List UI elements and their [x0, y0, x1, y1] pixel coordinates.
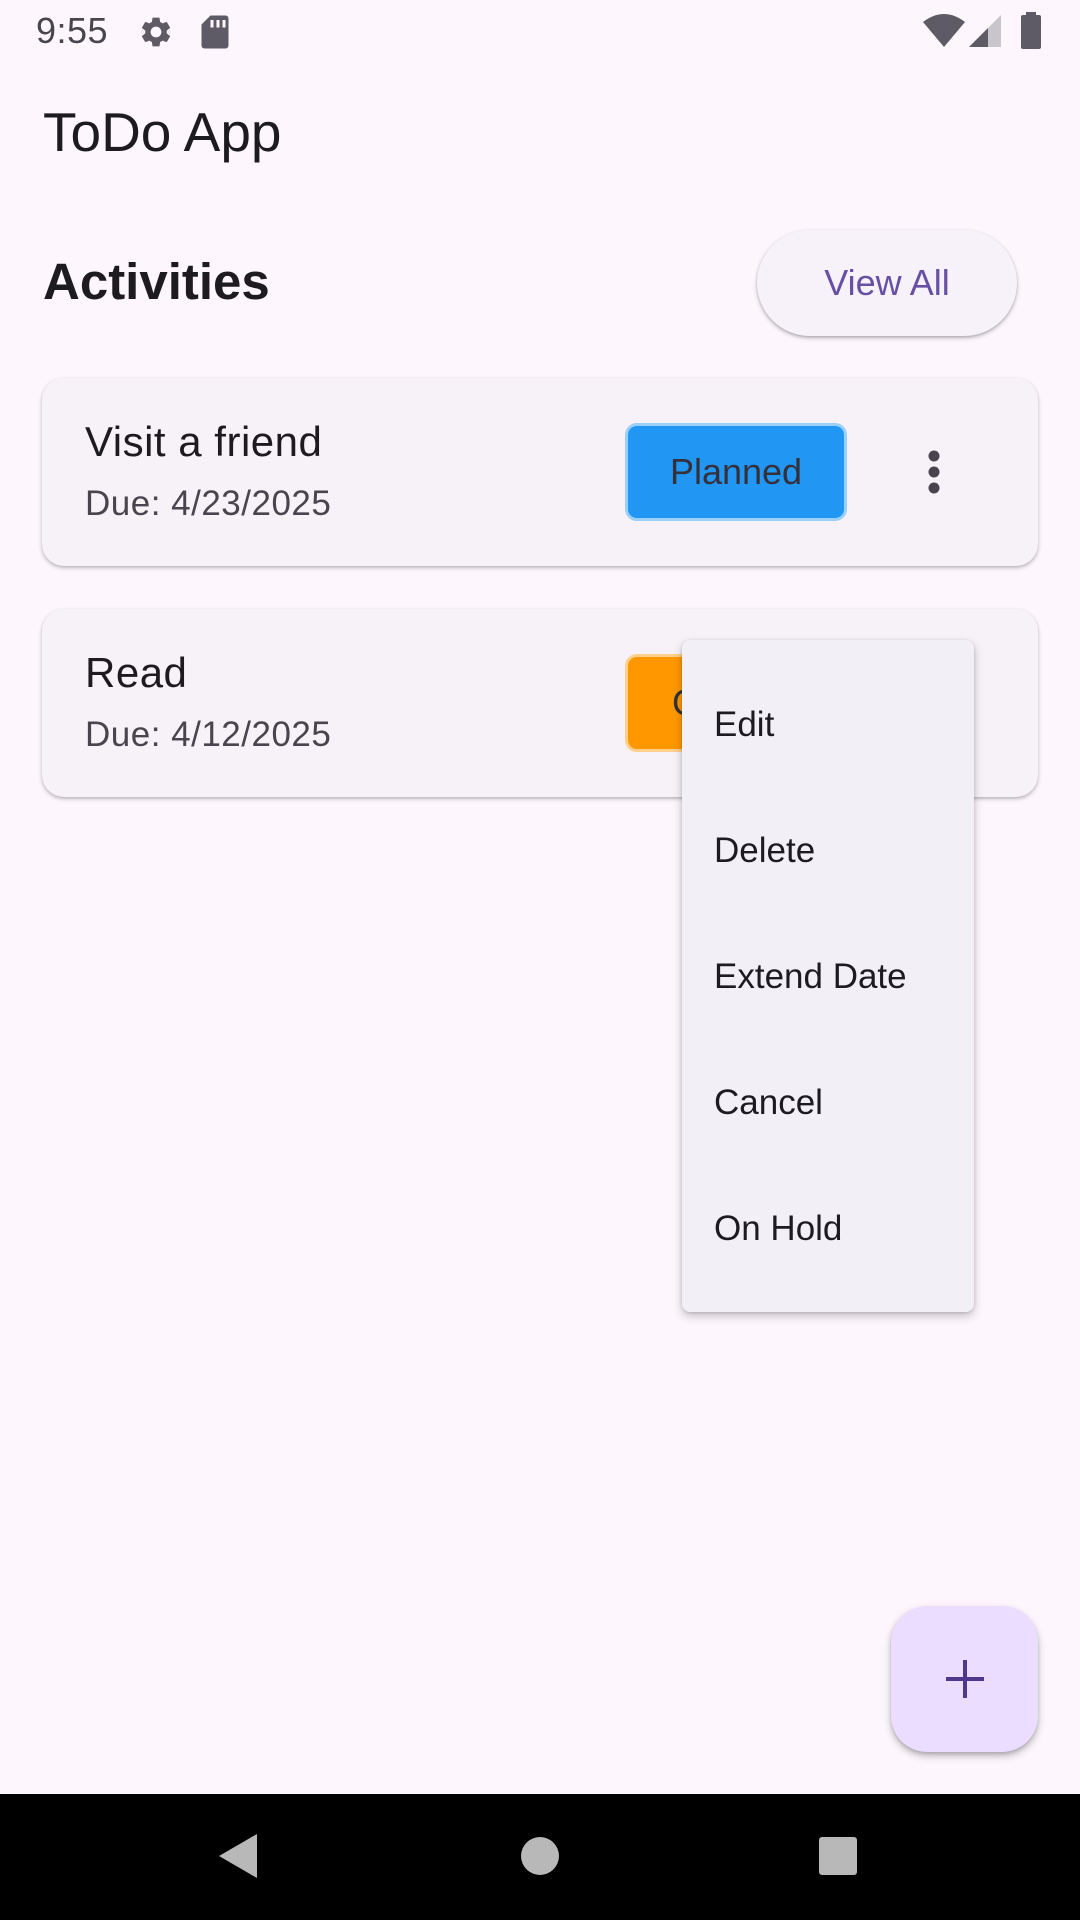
more-options-button[interactable]	[894, 432, 974, 512]
activity-card[interactable]: Visit a friend Due: 4/23/2025 Planned	[42, 378, 1038, 566]
activity-title: Visit a friend	[85, 418, 323, 465]
status-chip-label: Planned	[669, 451, 803, 492]
gear-icon	[141, 17, 171, 47]
activity-due-date: Due: 4/23/2025	[85, 484, 332, 523]
activity-title: Read	[85, 649, 188, 696]
navigation-bar	[0, 1794, 1080, 1920]
plus-icon	[945, 1660, 984, 1698]
recents-icon[interactable]	[818, 1836, 858, 1876]
view-all-button[interactable]: View All	[757, 230, 1017, 336]
status-chip[interactable]: Planned	[625, 423, 847, 521]
activity-due-date: Due: 4/12/2025	[85, 715, 332, 754]
add-activity-button[interactable]	[891, 1606, 1038, 1752]
sd-card-icon	[201, 15, 229, 49]
back-icon[interactable]	[216, 1832, 260, 1880]
battery-icon	[1021, 12, 1041, 49]
status-time: 9:55	[36, 10, 109, 51]
menu-item-extend-date[interactable]: Extend Date	[682, 914, 974, 1040]
more-vert-icon	[928, 450, 940, 494]
menu-item-delete[interactable]: Delete	[682, 788, 974, 914]
menu-item-on-hold[interactable]: On Hold	[682, 1166, 974, 1292]
wifi-icon	[923, 14, 965, 47]
menu-item-cancel[interactable]: Cancel	[682, 1040, 974, 1166]
menu-item-edit[interactable]: Edit	[682, 662, 974, 788]
app-title: ToDo App	[43, 101, 282, 163]
section-title: Activities	[43, 253, 270, 310]
signal-icon	[969, 15, 1001, 47]
status-bar: 9:55	[0, 0, 1080, 64]
popup-menu: Edit Delete Extend Date Cancel On Hold	[682, 640, 974, 1312]
home-icon[interactable]	[520, 1836, 560, 1876]
